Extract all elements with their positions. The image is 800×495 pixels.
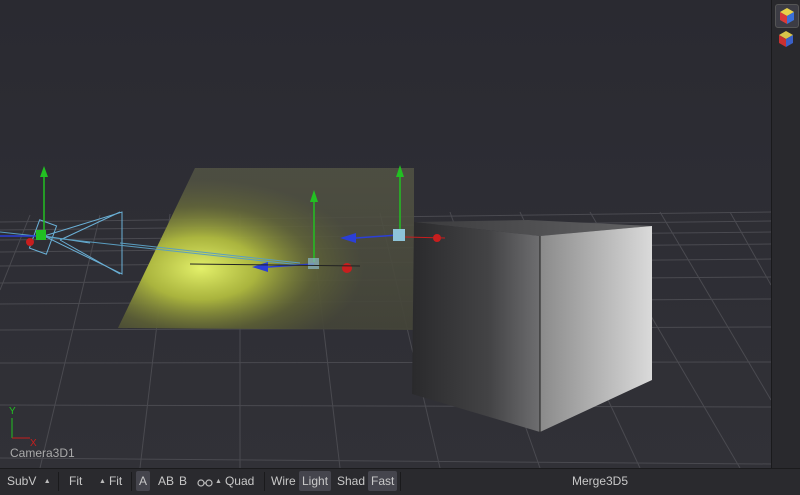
viewport-toolbar: SubV ▲ Fit ▲ Fit A AB B ▲ Quad Wire Ligh…: [0, 468, 800, 495]
wire-toggle[interactable]: Wire: [268, 471, 299, 491]
light-label: Light: [302, 474, 329, 488]
view-a-button[interactable]: A: [136, 471, 151, 491]
3d-view-alt-icon[interactable]: [775, 28, 797, 50]
wire-label: Wire: [271, 474, 296, 488]
caret-up-icon: ▲: [215, 477, 222, 485]
3d-view-icon[interactable]: [775, 4, 799, 28]
axis-y-label: Y: [9, 406, 16, 417]
divider: [264, 472, 265, 491]
view-a-label: A: [139, 474, 148, 488]
divider: [400, 472, 401, 491]
fit-dropdown[interactable]: ▲ Fit: [96, 471, 125, 491]
fit-button[interactable]: Fit: [66, 471, 85, 491]
caret-up-icon: ▲: [43, 477, 51, 485]
shadow-toggle[interactable]: Shad: [334, 471, 368, 491]
divider: [131, 472, 132, 491]
view-name-label: Camera3D1: [10, 446, 75, 460]
node-name-label: Merge3D5: [571, 474, 629, 488]
quad-dropdown[interactable]: ▲ Quad: [212, 471, 257, 491]
3d-viewport[interactable]: Y X Camera3D1: [0, 0, 771, 468]
subview-label: SubV: [7, 474, 37, 488]
cube-object[interactable]: [412, 220, 652, 432]
view-b-button[interactable]: B: [176, 471, 190, 491]
subview-dropdown[interactable]: SubV ▲: [4, 471, 57, 491]
view-ab-button[interactable]: AB: [155, 471, 177, 491]
caret-up-icon: ▲: [99, 477, 106, 485]
fast-label: Fast: [371, 474, 395, 488]
app-window: Y X Camera3D1 SubV ▲ Fit ▲ Fit A AB B ▲ …: [0, 0, 800, 495]
shadow-label: Shad: [337, 474, 366, 488]
view-b-label: B: [179, 474, 188, 488]
light-toggle[interactable]: Light: [299, 471, 332, 491]
fast-toggle[interactable]: Fast: [368, 471, 398, 491]
image-plane[interactable]: [118, 168, 414, 330]
divider: [58, 472, 59, 491]
fit-label: Fit: [69, 474, 83, 488]
axis-indicator: Y X: [9, 406, 37, 449]
viewport-sidebar: [771, 0, 800, 468]
scene-canvas[interactable]: Y X: [0, 0, 771, 468]
camera-axes: [0, 166, 48, 246]
view-ab-label: AB: [158, 474, 175, 488]
fit-dropdown-label: Fit: [108, 474, 123, 488]
quad-label: Quad: [224, 474, 255, 488]
